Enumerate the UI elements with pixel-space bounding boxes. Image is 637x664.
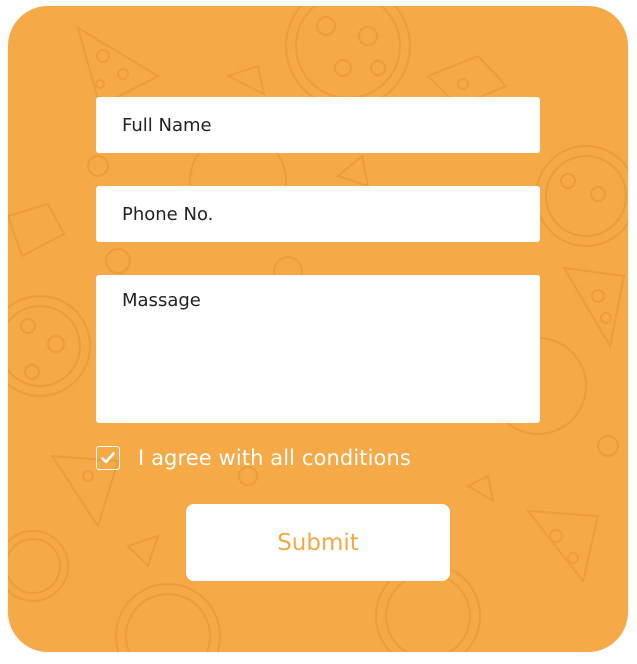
checkmark-icon: [101, 452, 115, 464]
submit-button[interactable]: Submit: [186, 504, 450, 581]
agree-checkbox[interactable]: [96, 446, 120, 470]
full-name-field[interactable]: [96, 97, 540, 153]
agree-label: I agree with all conditions: [138, 446, 411, 470]
phone-field[interactable]: [96, 186, 540, 242]
agree-conditions-row[interactable]: I agree with all conditions: [96, 446, 411, 470]
phone-input[interactable]: [96, 186, 540, 242]
contact-form-card: I agree with all conditions Submit: [8, 6, 628, 652]
message-field[interactable]: [96, 275, 540, 423]
message-textarea[interactable]: [96, 275, 540, 423]
full-name-input[interactable]: [96, 97, 540, 153]
